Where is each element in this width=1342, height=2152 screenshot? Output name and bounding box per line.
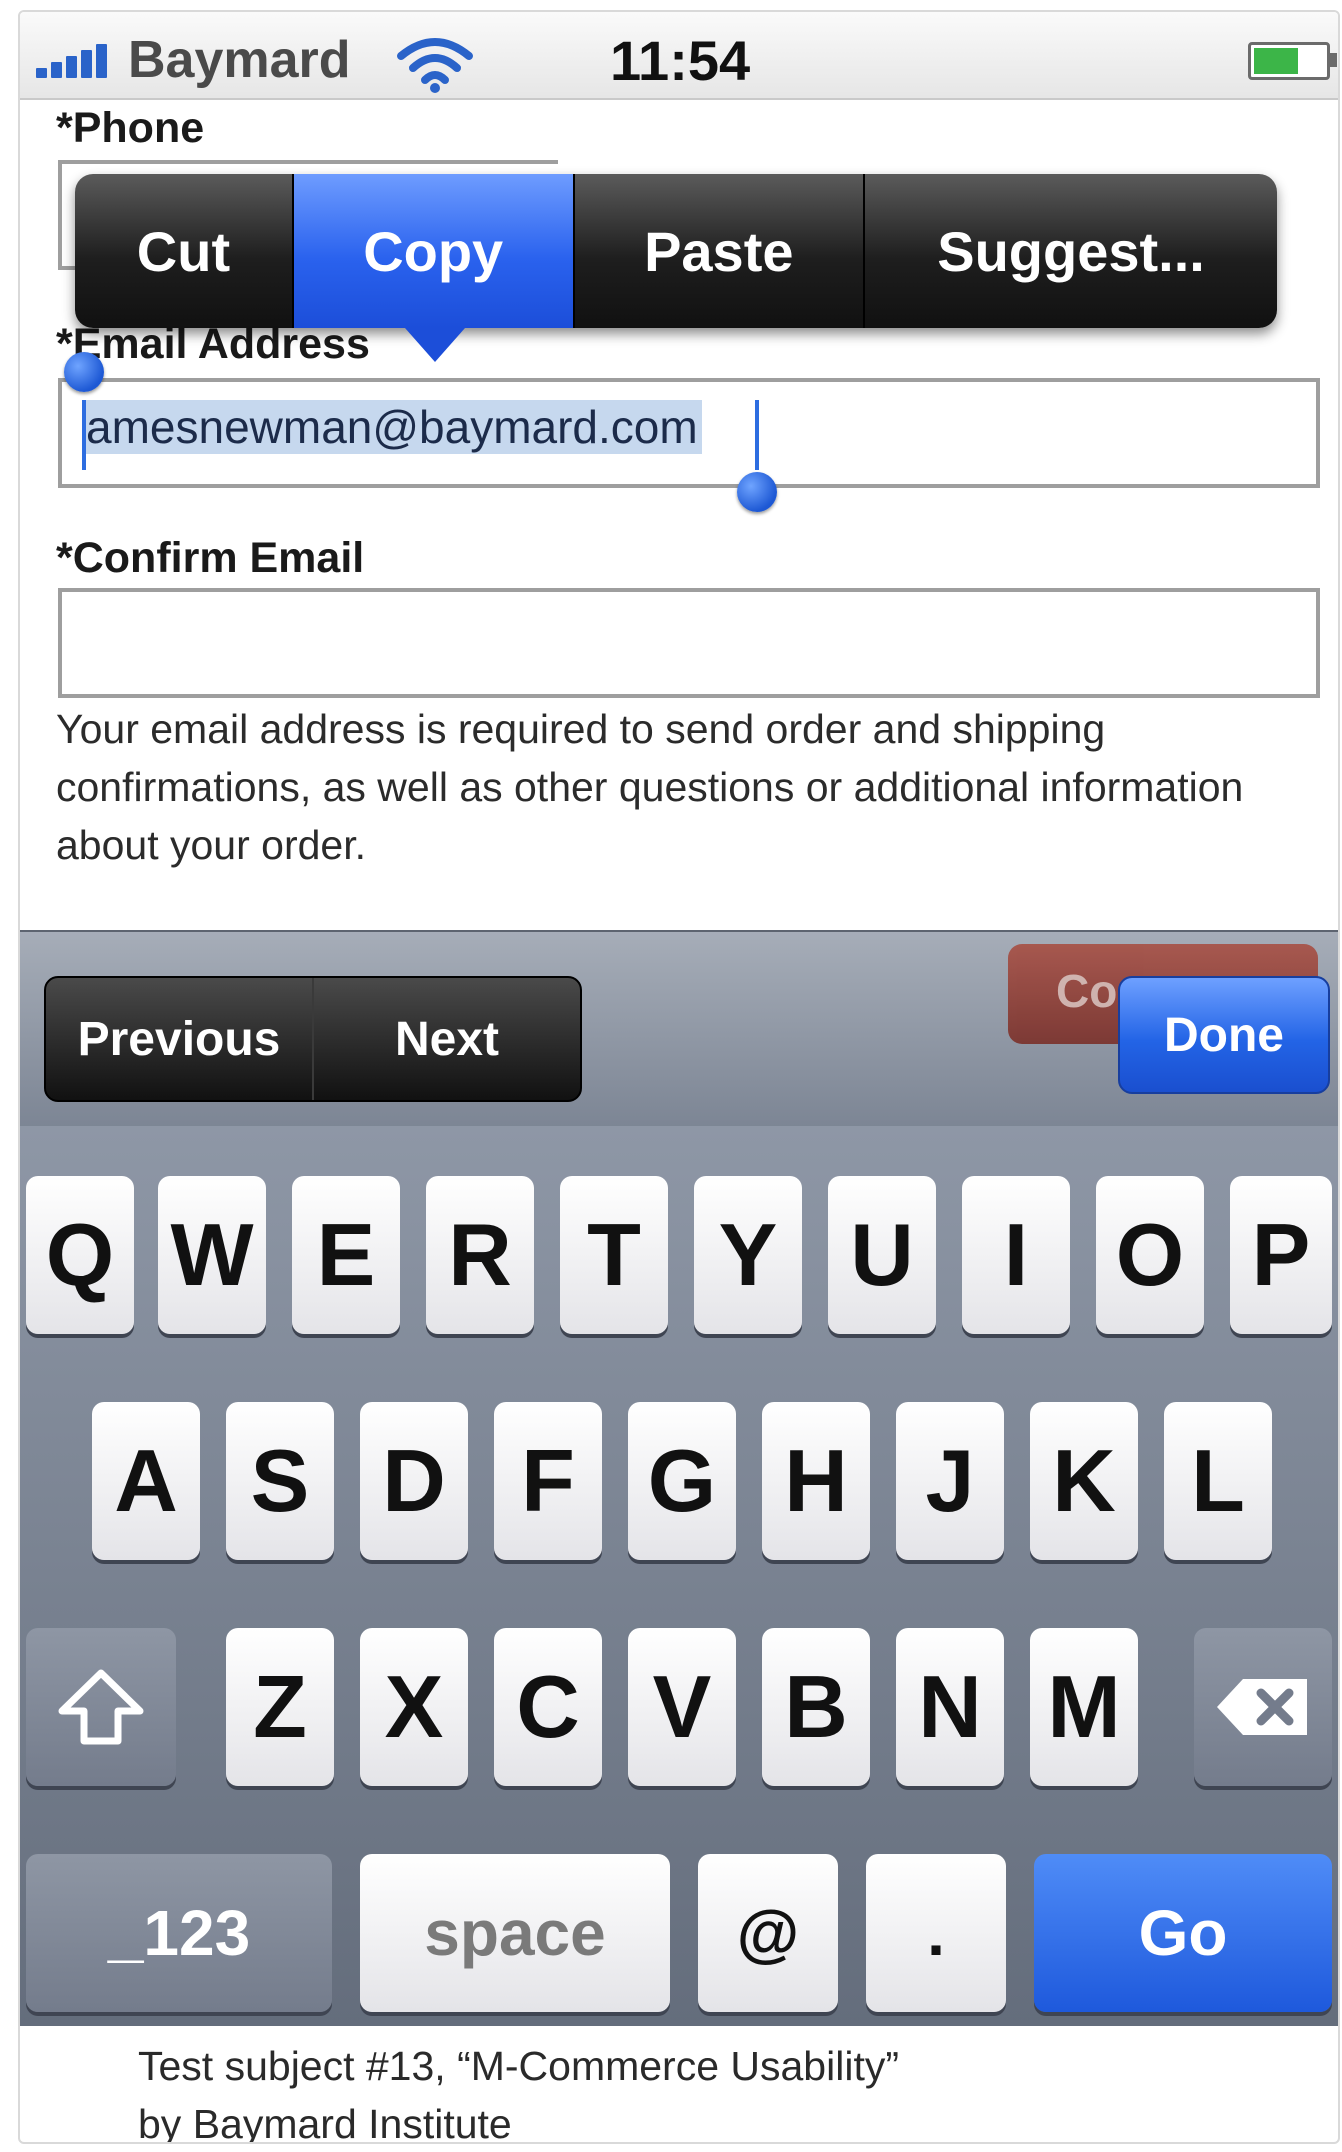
- key-n[interactable]: N: [896, 1628, 1004, 1786]
- copy-menu-item[interactable]: Copy: [293, 174, 575, 328]
- paste-menu-item[interactable]: Paste: [575, 174, 866, 328]
- dot-key[interactable]: .: [866, 1854, 1006, 2012]
- key-b[interactable]: B: [762, 1628, 870, 1786]
- battery-icon: [1248, 42, 1337, 80]
- shift-icon: [58, 1669, 144, 1745]
- delete-key[interactable]: [1194, 1628, 1332, 1786]
- caption-line-1: Test subject #13, “M-Commerce Usability”: [138, 2043, 899, 2089]
- email-field[interactable]: amesnewman@baymard.com: [58, 378, 1320, 488]
- key-j[interactable]: J: [896, 1402, 1004, 1560]
- key-e[interactable]: E: [292, 1176, 400, 1334]
- selection-start-handle[interactable]: [64, 352, 104, 392]
- email-value[interactable]: amesnewman@baymard.com: [82, 400, 702, 454]
- key-x[interactable]: X: [360, 1628, 468, 1786]
- key-g[interactable]: G: [628, 1402, 736, 1560]
- previous-button[interactable]: Previous: [46, 978, 312, 1100]
- status-bar: Baymard 11:54: [20, 12, 1338, 100]
- key-p[interactable]: P: [1230, 1176, 1332, 1334]
- confirm-email-label: *Confirm Email: [56, 534, 365, 582]
- keyboard-accessory-bar: Previous Next Co Done: [20, 930, 1338, 1128]
- key-r[interactable]: R: [426, 1176, 534, 1334]
- suggest-menu-item[interactable]: Suggest...: [865, 174, 1277, 328]
- key-h[interactable]: H: [762, 1402, 870, 1560]
- go-key[interactable]: Go: [1034, 1854, 1332, 2012]
- key-k[interactable]: K: [1030, 1402, 1138, 1560]
- selection-end-caret: [755, 400, 759, 470]
- phone-screen: Baymard 11:54 *Phone *Email Address ames…: [18, 10, 1340, 2144]
- done-button[interactable]: Done: [1118, 976, 1330, 1094]
- shift-key[interactable]: [26, 1628, 176, 1786]
- key-t[interactable]: T: [560, 1176, 668, 1334]
- signal-strength-icon: [36, 42, 116, 78]
- key-f[interactable]: F: [494, 1402, 602, 1560]
- edit-menu: Cut Copy Paste Suggest...: [75, 174, 1277, 328]
- numbers-key[interactable]: _123: [26, 1854, 332, 2012]
- key-u[interactable]: U: [828, 1176, 936, 1334]
- key-a[interactable]: A: [92, 1402, 200, 1560]
- keyboard: Q W E R T Y U I O P A S D F G H J K L Z …: [20, 1126, 1338, 2026]
- selection-end-handle[interactable]: [737, 472, 777, 512]
- cut-menu-item[interactable]: Cut: [75, 174, 294, 328]
- next-button[interactable]: Next: [312, 978, 580, 1100]
- selection-start-caret: [82, 400, 86, 470]
- status-time: 11:54: [610, 29, 751, 92]
- key-v[interactable]: V: [628, 1628, 736, 1786]
- delete-icon: [1217, 1679, 1307, 1735]
- key-q[interactable]: Q: [26, 1176, 134, 1334]
- key-s[interactable]: S: [226, 1402, 334, 1560]
- caption-line-2: by Baymard Institute: [138, 2101, 512, 2144]
- key-z[interactable]: Z: [226, 1628, 334, 1786]
- carrier-name: Baymard: [128, 31, 351, 89]
- key-m[interactable]: M: [1030, 1628, 1138, 1786]
- email-help-text: Your email address is required to send o…: [56, 706, 1244, 868]
- key-d[interactable]: D: [360, 1402, 468, 1560]
- caption: Test subject #13, “M-Commerce Usability”…: [138, 2037, 899, 2144]
- key-w[interactable]: W: [158, 1176, 266, 1334]
- previous-next-control: Previous Next: [44, 976, 582, 1102]
- phone-label: *Phone: [56, 104, 205, 152]
- wifi-icon: [397, 38, 473, 93]
- space-key[interactable]: space: [360, 1854, 670, 2012]
- edit-menu-pointer: [405, 328, 465, 362]
- confirm-email-field[interactable]: [58, 588, 1320, 698]
- key-c[interactable]: C: [494, 1628, 602, 1786]
- key-i[interactable]: I: [962, 1176, 1070, 1334]
- key-l[interactable]: L: [1164, 1402, 1272, 1560]
- key-y[interactable]: Y: [694, 1176, 802, 1334]
- at-key[interactable]: @: [698, 1854, 838, 2012]
- key-o[interactable]: O: [1096, 1176, 1204, 1334]
